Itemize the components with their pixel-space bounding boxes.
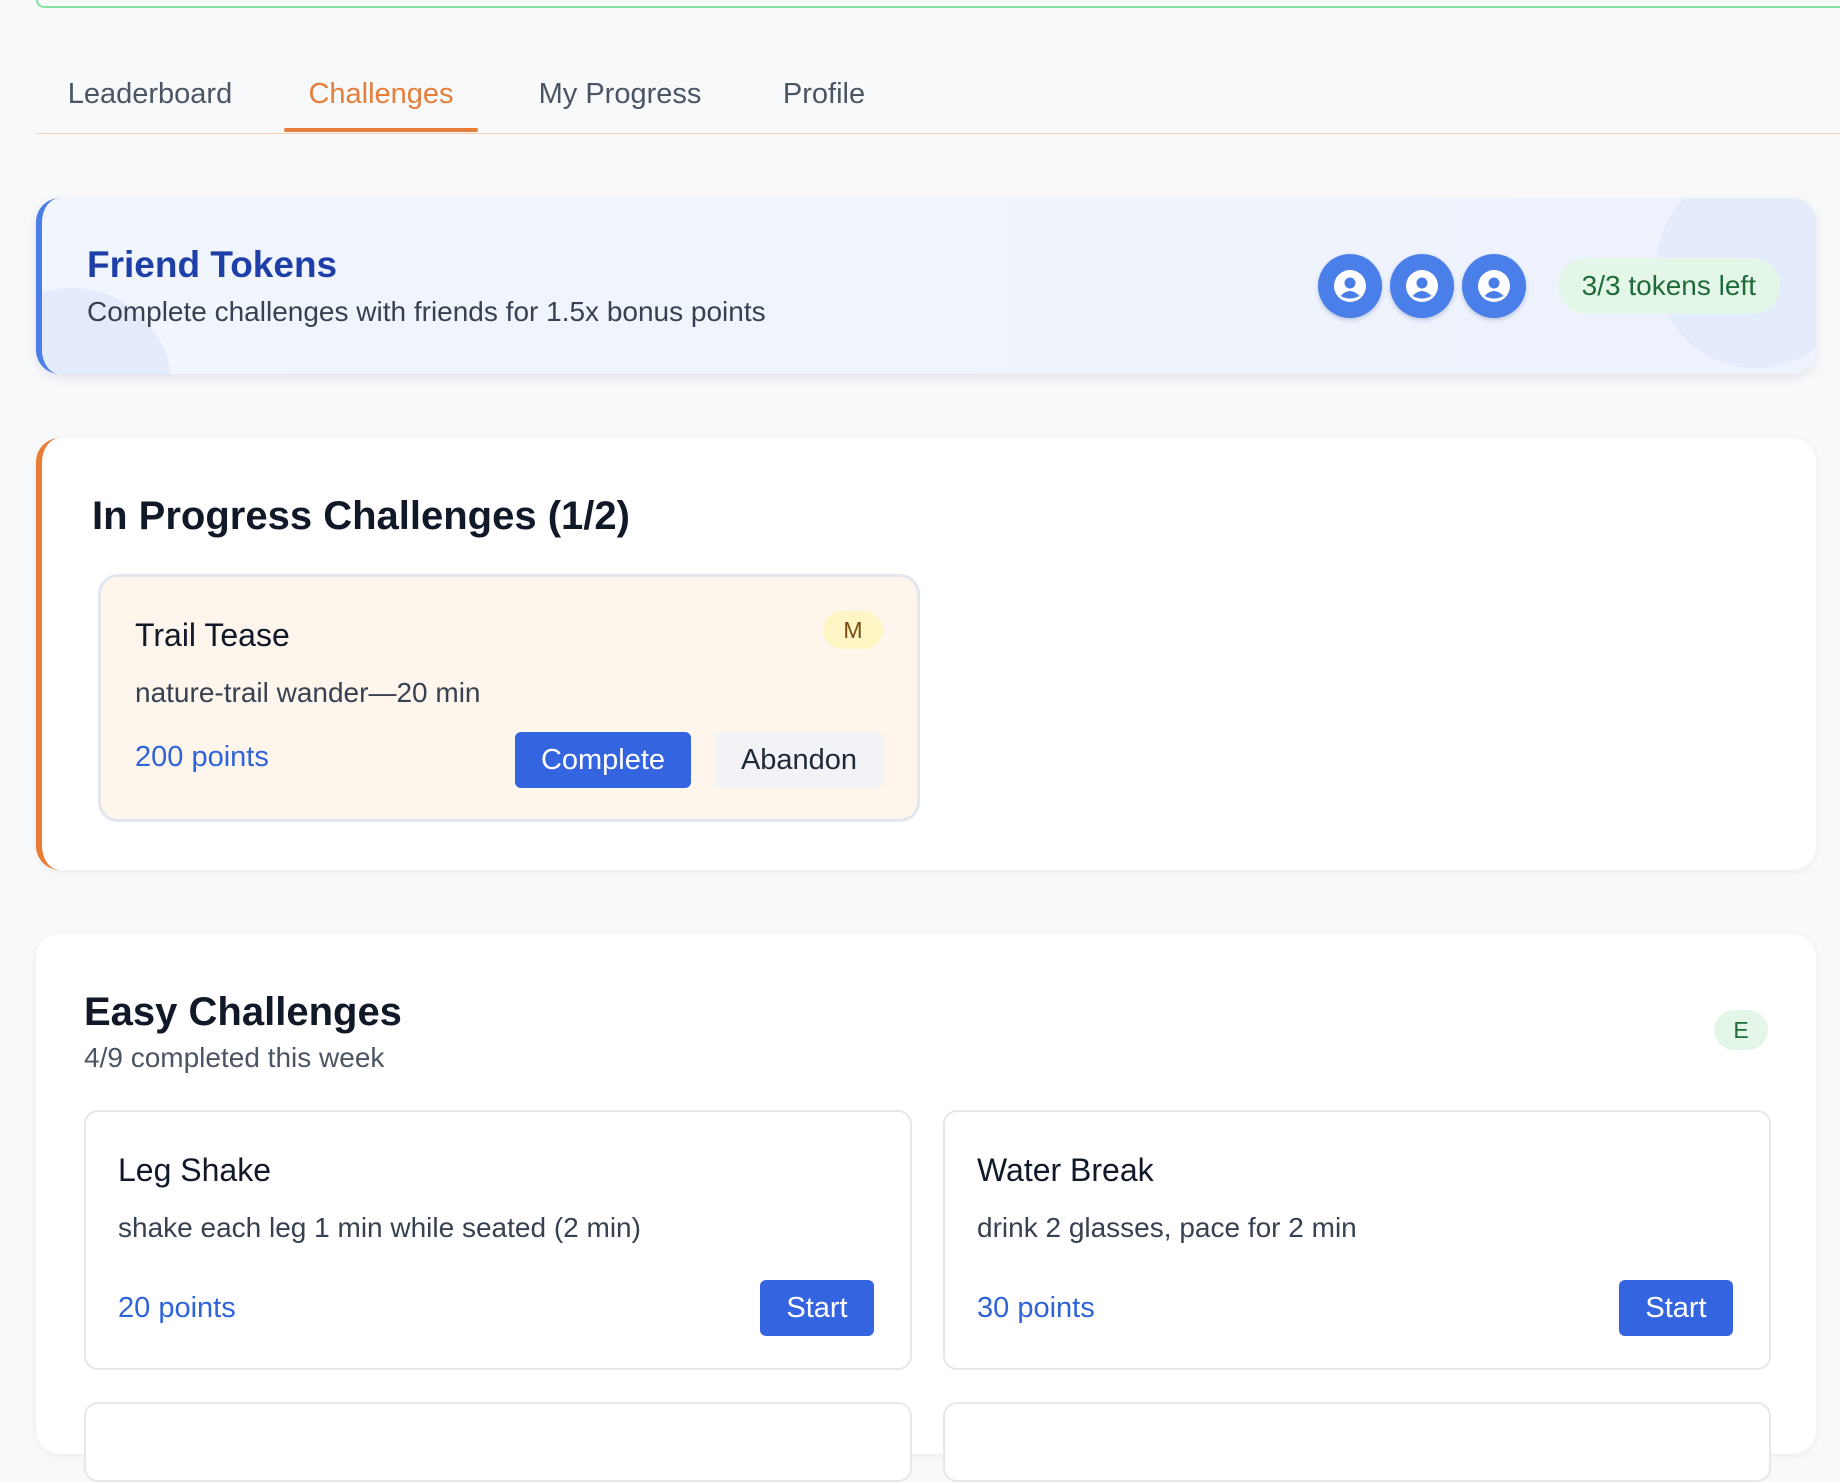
start-button[interactable]: Start bbox=[760, 1280, 874, 1336]
challenge-card-partial bbox=[943, 1402, 1771, 1482]
challenge-card-partial bbox=[84, 1402, 912, 1482]
tab-leaderboard[interactable]: Leaderboard bbox=[60, 76, 240, 132]
friend-tokens-title: Friend Tokens bbox=[87, 244, 338, 285]
user-circle-icon bbox=[1406, 270, 1438, 302]
user-token-icon[interactable] bbox=[1462, 254, 1526, 318]
in-progress-panel: In Progress Challenges (1/2) Trail Tease… bbox=[36, 438, 1816, 870]
difficulty-badge: M bbox=[823, 611, 883, 649]
challenge-description: shake each leg 1 min while seated (2 min… bbox=[118, 1212, 641, 1243]
easy-challenges-panel: Easy Challenges 4/9 completed this week … bbox=[36, 934, 1816, 1482]
challenge-points: 20 points bbox=[118, 1292, 236, 1324]
challenge-title: Leg Shake bbox=[118, 1152, 272, 1188]
abandon-button[interactable]: Abandon bbox=[715, 732, 883, 788]
easy-challenges-progress: 4/9 completed this week bbox=[84, 1042, 385, 1073]
tokens-left-badge: 3/3 tokens left bbox=[1557, 258, 1780, 314]
challenge-title: Trail Tease bbox=[135, 617, 290, 653]
easy-challenges-title: Easy Challenges bbox=[84, 990, 402, 1034]
friend-tokens-card: Friend Tokens Complete challenges with f… bbox=[36, 198, 1816, 374]
challenge-points: 200 points bbox=[135, 741, 269, 773]
tab-challenges[interactable]: Challenges bbox=[284, 76, 478, 132]
start-button[interactable]: Start bbox=[1619, 1280, 1733, 1336]
user-token-icon[interactable] bbox=[1390, 254, 1454, 318]
challenge-card-water-break: Water Break drink 2 glasses, pace for 2 … bbox=[943, 1110, 1771, 1370]
tab-my-progress[interactable]: My Progress bbox=[528, 76, 712, 132]
user-circle-icon bbox=[1334, 270, 1366, 302]
challenge-description: nature-trail wander—20 min bbox=[135, 677, 481, 708]
challenge-card-leg-shake: Leg Shake shake each leg 1 min while sea… bbox=[84, 1110, 912, 1370]
tab-profile[interactable]: Profile bbox=[776, 76, 872, 132]
challenge-card-trail-tease: Trail Tease M nature-trail wander—20 min… bbox=[98, 574, 920, 822]
in-progress-title: In Progress Challenges (1/2) bbox=[92, 494, 630, 538]
challenge-points: 30 points bbox=[977, 1292, 1095, 1324]
challenge-title: Water Break bbox=[977, 1152, 1154, 1188]
user-token-icon[interactable] bbox=[1318, 254, 1382, 318]
top-stripe bbox=[36, 0, 1840, 8]
difficulty-badge: E bbox=[1714, 1010, 1768, 1050]
tab-bar: Leaderboard Challenges My Progress Profi… bbox=[36, 66, 1840, 134]
user-circle-icon bbox=[1478, 270, 1510, 302]
friend-tokens-subtitle: Complete challenges with friends for 1.5… bbox=[87, 296, 766, 327]
challenge-description: drink 2 glasses, pace for 2 min bbox=[977, 1212, 1357, 1243]
complete-button[interactable]: Complete bbox=[515, 732, 691, 788]
